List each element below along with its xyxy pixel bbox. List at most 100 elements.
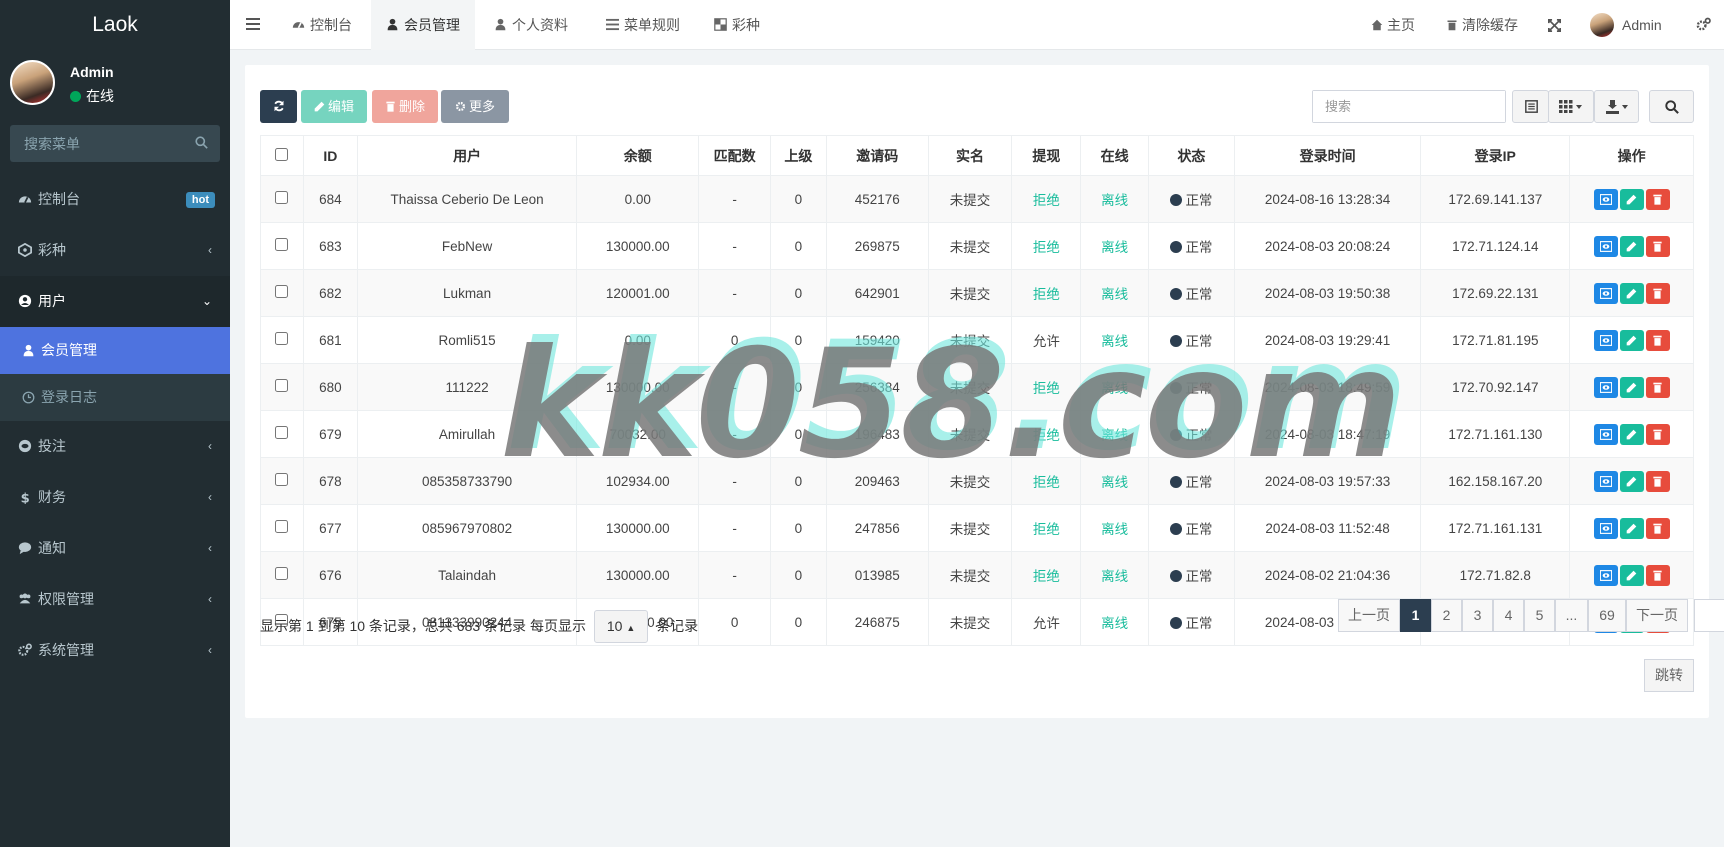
- column-header[interactable]: 在线: [1080, 135, 1150, 176]
- settings-button[interactable]: [1696, 0, 1711, 50]
- delete-row-button[interactable]: [1645, 282, 1670, 304]
- delete-row-button[interactable]: [1645, 517, 1670, 539]
- delete-row-button[interactable]: [1645, 376, 1670, 398]
- withdraw-cell[interactable]: 拒绝: [1011, 551, 1082, 599]
- delete-button[interactable]: 删除: [372, 90, 438, 123]
- search-icon[interactable]: [195, 136, 208, 149]
- sidebar-item-lottery[interactable]: 彩种 ‹: [0, 225, 230, 276]
- sidebar-item-finance[interactable]: $ 财务 ‹: [0, 472, 230, 523]
- sidebar-item-system[interactable]: 系统管理 ‹: [0, 625, 230, 676]
- app-logo[interactable]: Laok: [0, 0, 230, 50]
- row-checkbox[interactable]: [275, 426, 289, 439]
- row-checkbox[interactable]: [275, 285, 289, 298]
- column-header[interactable]: 用户: [356, 135, 578, 176]
- delete-row-button[interactable]: [1645, 564, 1670, 586]
- column-header[interactable]: 登录时间: [1233, 135, 1422, 176]
- withdraw-cell[interactable]: 允许: [1011, 316, 1082, 364]
- tab-profile[interactable]: 个人资料: [479, 0, 583, 50]
- view-button[interactable]: [1593, 423, 1618, 445]
- withdraw-toggle[interactable]: 拒绝: [1033, 569, 1060, 584]
- view-button[interactable]: [1593, 470, 1618, 492]
- sidebar-item-dashboard[interactable]: 控制台 hot: [0, 174, 230, 225]
- sidebar-item-users[interactable]: 用户 ⌄: [0, 276, 230, 327]
- view-button[interactable]: [1593, 376, 1618, 398]
- sidebar-item-login-log[interactable]: 登录日志: [0, 374, 230, 421]
- view-button[interactable]: [1593, 517, 1618, 539]
- column-header[interactable]: 登录IP: [1420, 135, 1571, 176]
- table-search-input[interactable]: [1313, 91, 1505, 122]
- delete-row-button[interactable]: [1645, 423, 1670, 445]
- tab-lottery[interactable]: 彩种: [699, 0, 775, 50]
- prev-page-button[interactable]: 上一页: [1338, 599, 1400, 632]
- view-button[interactable]: [1593, 564, 1618, 586]
- clear-cache-button[interactable]: 清除缓存: [1446, 0, 1518, 50]
- delete-row-button[interactable]: [1645, 329, 1670, 351]
- withdraw-toggle[interactable]: 拒绝: [1033, 381, 1060, 396]
- row-checkbox[interactable]: [275, 520, 289, 533]
- toggle-view-button[interactable]: [1512, 90, 1549, 123]
- sidebar-item-bets[interactable]: 投注 ‹: [0, 421, 230, 472]
- row-checkbox[interactable]: [275, 567, 289, 580]
- column-header[interactable]: 实名: [927, 135, 1013, 176]
- edit-row-button[interactable]: [1619, 235, 1644, 257]
- view-button[interactable]: [1593, 282, 1618, 304]
- edit-row-button[interactable]: [1619, 564, 1644, 586]
- column-header[interactable]: 提现: [1011, 135, 1082, 176]
- search-button[interactable]: [1649, 90, 1694, 123]
- tab-menu-rules[interactable]: 菜单规则: [591, 0, 695, 50]
- sidebar-item-notice[interactable]: 通知 ‹: [0, 523, 230, 574]
- delete-row-button[interactable]: [1645, 470, 1670, 492]
- row-checkbox[interactable]: [275, 379, 289, 392]
- withdraw-cell[interactable]: 拒绝: [1011, 222, 1082, 270]
- columns-dropdown[interactable]: [1548, 90, 1594, 123]
- edit-row-button[interactable]: [1619, 470, 1644, 492]
- withdraw-cell[interactable]: 拒绝: [1011, 269, 1082, 317]
- withdraw-toggle[interactable]: 拒绝: [1033, 193, 1060, 208]
- fullscreen-button[interactable]: [1547, 0, 1562, 50]
- view-button[interactable]: [1593, 188, 1618, 210]
- export-dropdown[interactable]: [1594, 90, 1639, 123]
- withdraw-toggle[interactable]: 拒绝: [1033, 287, 1060, 302]
- withdraw-cell[interactable]: 拒绝: [1011, 457, 1082, 505]
- page-button[interactable]: 4: [1493, 599, 1524, 632]
- row-checkbox[interactable]: [275, 191, 289, 204]
- withdraw-cell[interactable]: 拒绝: [1011, 410, 1082, 458]
- edit-row-button[interactable]: [1619, 329, 1644, 351]
- admin-menu[interactable]: Admin: [1590, 0, 1662, 50]
- withdraw-toggle[interactable]: 允许: [1033, 616, 1060, 631]
- edit-row-button[interactable]: [1619, 376, 1644, 398]
- jump-button[interactable]: 跳转: [1644, 659, 1694, 692]
- row-checkbox[interactable]: [275, 332, 289, 345]
- withdraw-cell[interactable]: 拒绝: [1011, 363, 1082, 411]
- jump-page-input[interactable]: [1695, 600, 1724, 631]
- column-header[interactable]: 余额: [576, 135, 700, 176]
- row-checkbox[interactable]: [275, 238, 289, 251]
- page-button[interactable]: 69: [1588, 599, 1626, 632]
- edit-row-button[interactable]: [1619, 282, 1644, 304]
- tab-dashboard[interactable]: 控制台: [277, 0, 367, 50]
- home-link[interactable]: 主页: [1371, 0, 1415, 50]
- withdraw-cell[interactable]: 拒绝: [1011, 504, 1082, 552]
- column-header[interactable]: 匹配数: [698, 135, 771, 176]
- page-button[interactable]: 2: [1431, 599, 1462, 632]
- sidebar-item-member-management[interactable]: 会员管理: [0, 327, 230, 374]
- page-button[interactable]: 1: [1400, 599, 1431, 632]
- withdraw-toggle[interactable]: 拒绝: [1033, 522, 1060, 537]
- sidebar-search-input[interactable]: [10, 125, 220, 162]
- column-header[interactable]: ID: [302, 135, 358, 176]
- row-checkbox[interactable]: [275, 473, 289, 486]
- menu-toggle-icon[interactable]: [246, 18, 260, 30]
- page-button[interactable]: 3: [1462, 599, 1493, 632]
- delete-row-button[interactable]: [1645, 235, 1670, 257]
- column-header[interactable]: 邀请码: [825, 135, 929, 176]
- edit-row-button[interactable]: [1619, 517, 1644, 539]
- sidebar-item-permissions[interactable]: 权限管理 ‹: [0, 574, 230, 625]
- view-button[interactable]: [1593, 329, 1618, 351]
- view-button[interactable]: [1593, 235, 1618, 257]
- column-header[interactable]: 上级: [770, 135, 827, 176]
- delete-row-button[interactable]: [1645, 188, 1670, 210]
- withdraw-toggle[interactable]: 拒绝: [1033, 475, 1060, 490]
- more-button[interactable]: 更多: [441, 90, 509, 123]
- edit-row-button[interactable]: [1619, 188, 1644, 210]
- column-header[interactable]: 状态: [1148, 135, 1235, 176]
